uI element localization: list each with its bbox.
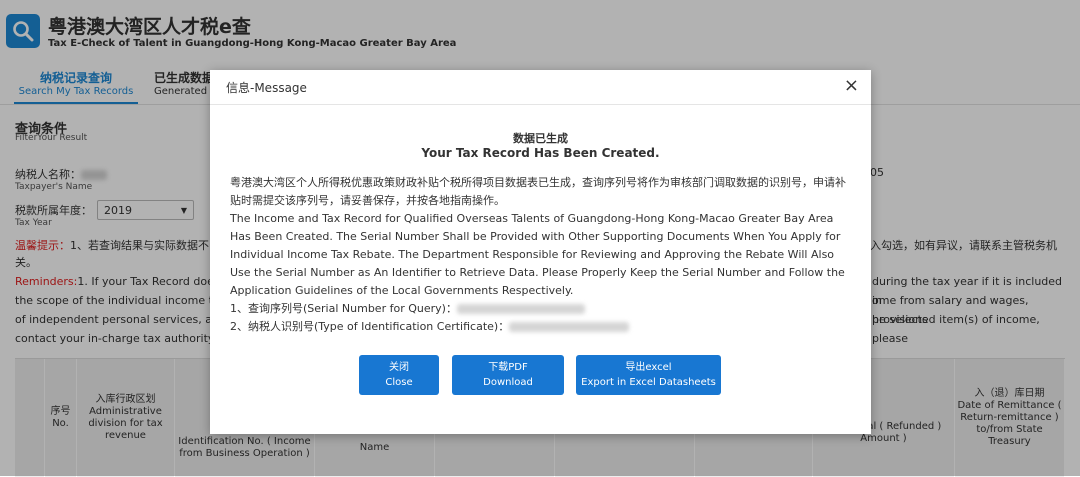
message-dialog: 信息-Message × 数据已生成 Your Tax Record Has B… [210,70,871,434]
dialog-header: 信息-Message × [210,70,871,105]
dialog-body: 粤港澳大湾区个人所得税优惠政策财政补贴个税所得项目数据表已生成，查询序列号将作为… [230,174,854,336]
export-excel-button[interactable]: 导出excel Export in Excel Datasheets [576,355,721,395]
dialog-text-zh: 粤港澳大湾区个人所得税优惠政策财政补贴个税所得项目数据表已生成，查询序列号将作为… [230,176,846,207]
taxpayer-id-row: 2、纳税人识别号(Type of Identification Certific… [230,318,854,336]
dialog-title: 信息-Message [226,81,307,95]
taxpayer-id-label: 2、纳税人识别号(Type of Identification Certific… [230,320,510,333]
dialog-heading-en: Your Tax Record Has Been Created. [421,146,660,160]
dialog-heading-zh: 数据已生成 [513,132,568,145]
taxpayer-id-redacted [509,322,630,332]
serial-number-label: 1、查询序列号(Serial Number for Query)： [230,302,457,315]
close-icon[interactable]: × [844,75,859,96]
download-pdf-button[interactable]: 下载PDF Download [452,355,564,395]
serial-number-redacted [456,304,585,314]
dialog-text-en: The Income and Tax Record for Qualified … [230,212,845,297]
close-button[interactable]: 关闭 Close [359,355,439,395]
serial-number-row: 1、查询序列号(Serial Number for Query)： [230,300,854,318]
